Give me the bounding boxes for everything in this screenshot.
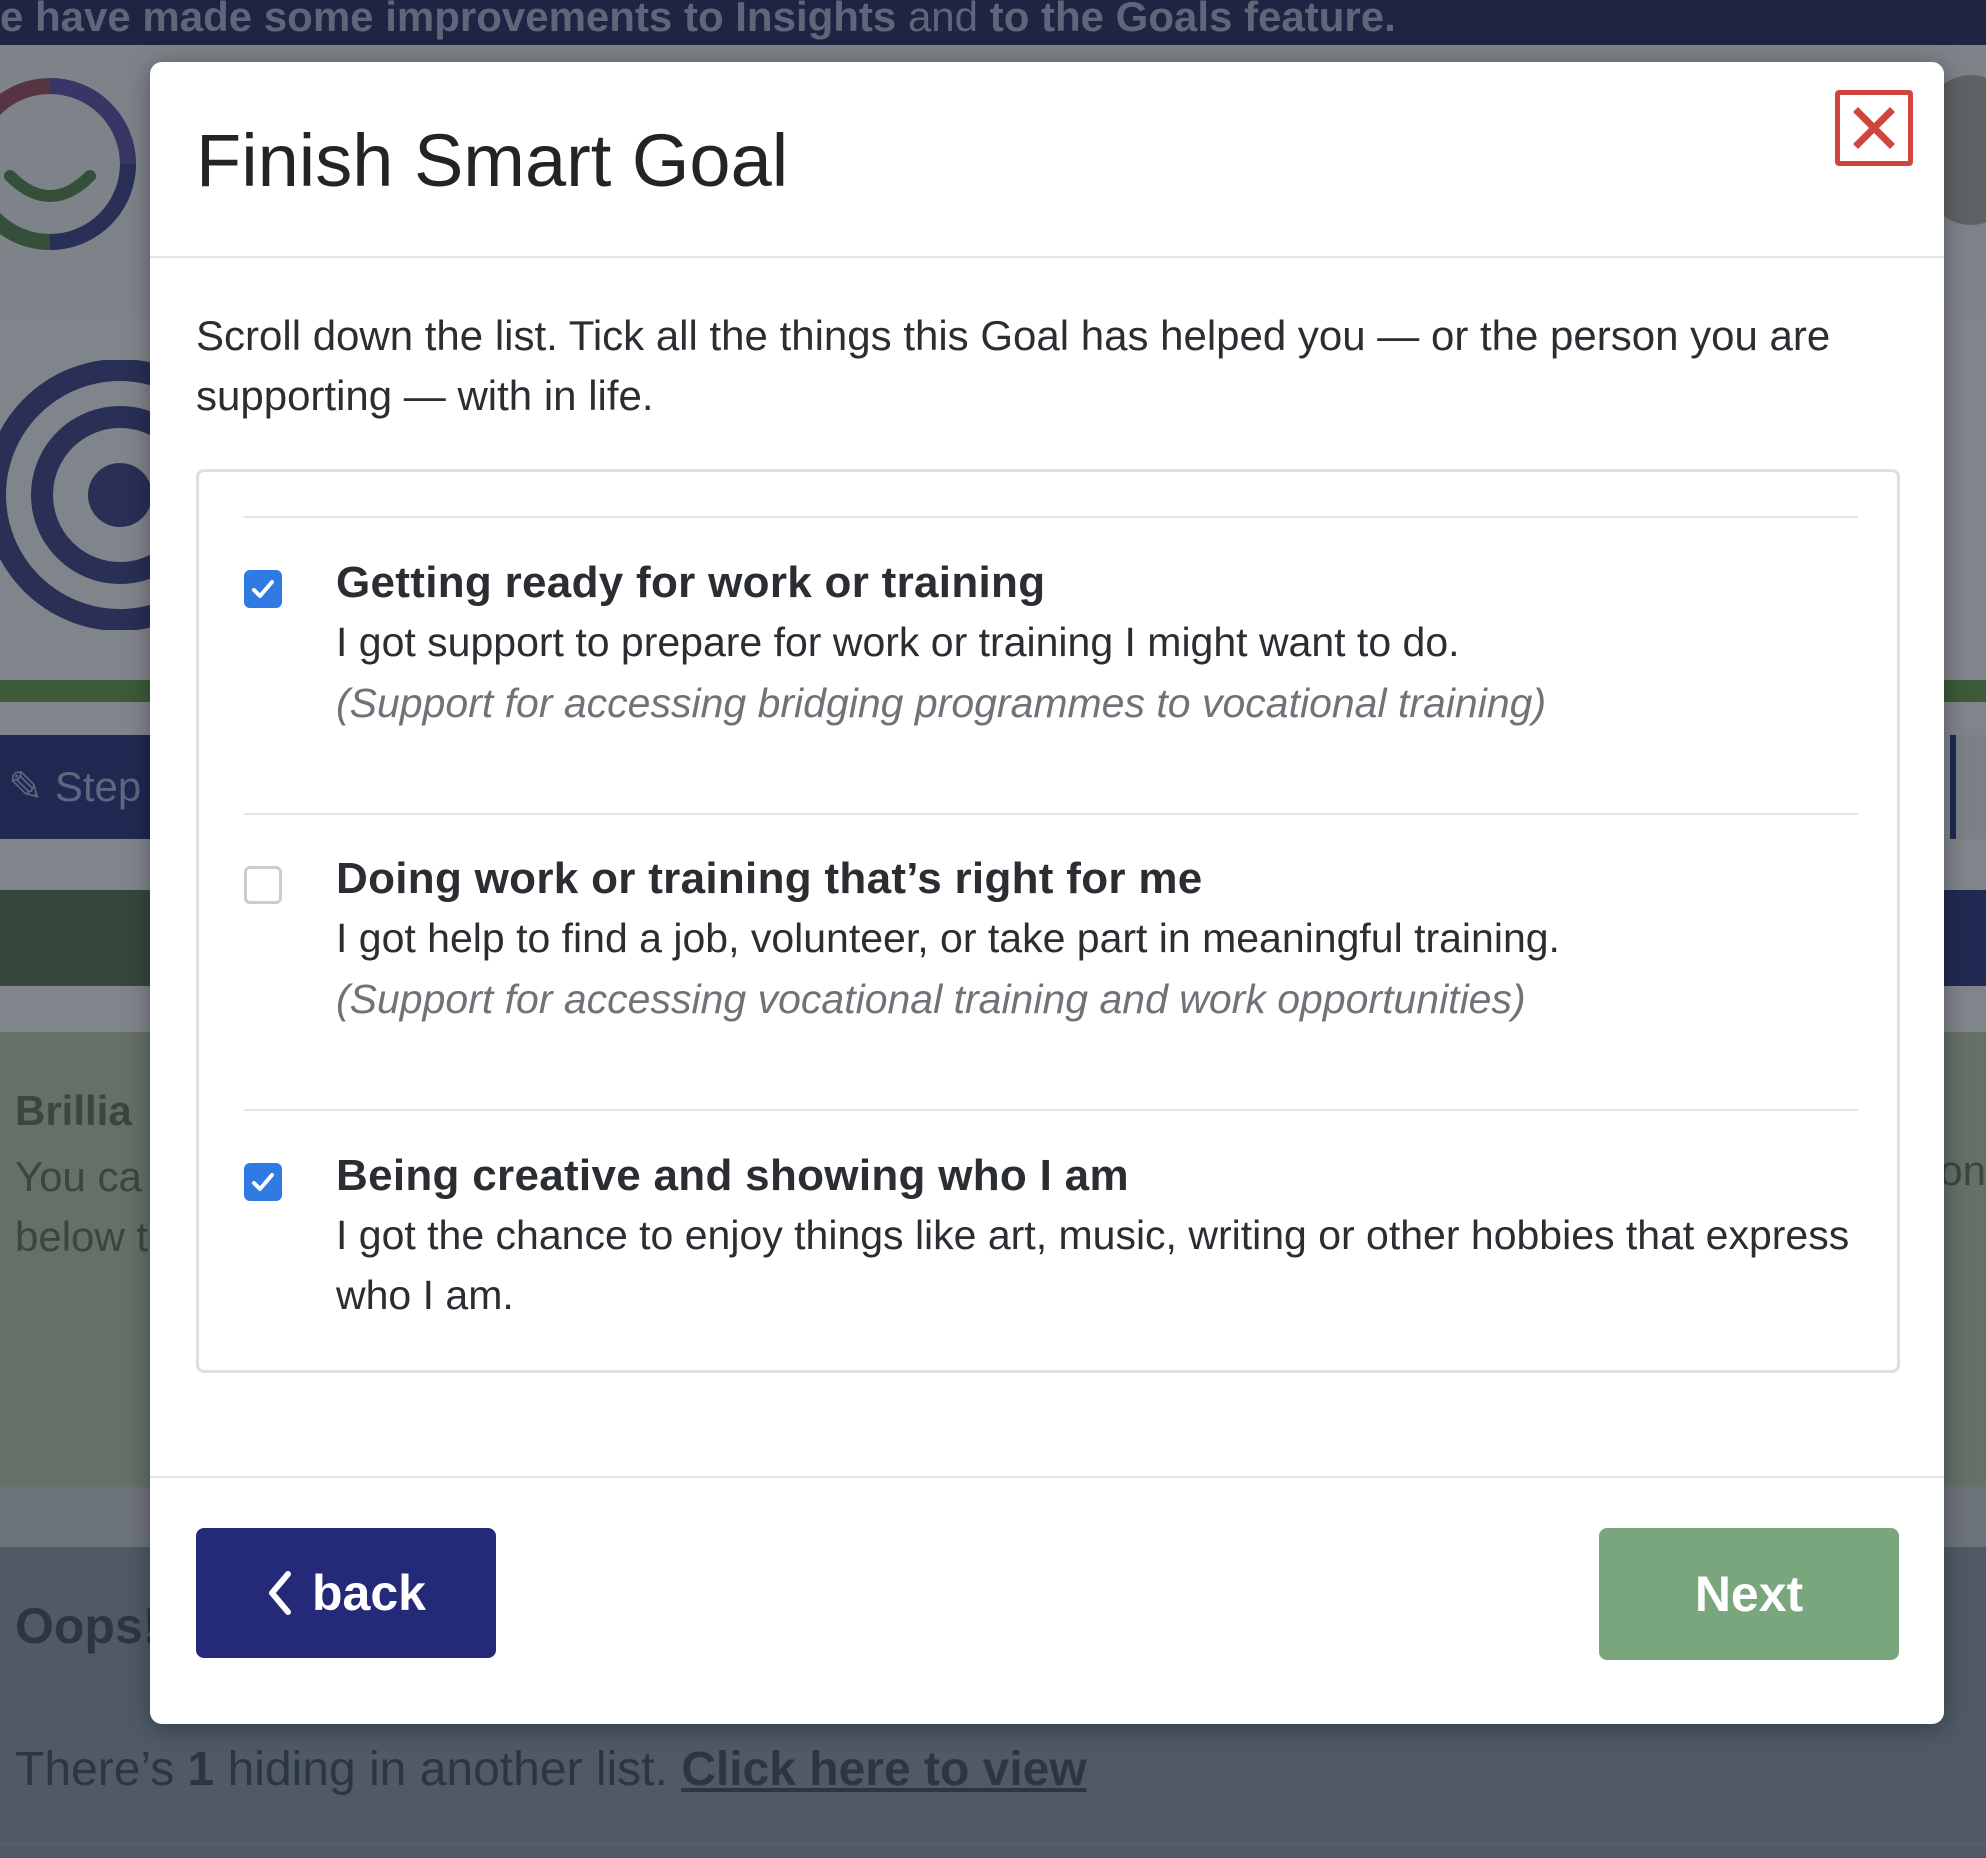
- modal-header: Finish Smart Goal: [150, 62, 1944, 258]
- close-x-icon: [1853, 107, 1895, 149]
- modal-footer-divider: [150, 1476, 1944, 1478]
- back-button-label: back: [312, 1565, 426, 1621]
- checkbox-checked[interactable]: [244, 1163, 282, 1201]
- close-button[interactable]: [1835, 90, 1913, 166]
- item-heading: Getting ready for work or training: [336, 558, 1046, 607]
- next-button[interactable]: Next: [1599, 1528, 1899, 1660]
- modal-intro-text: Scroll down the list. Tick all the thing…: [196, 312, 1831, 419]
- item-heading: Doing work or training that’s right for …: [336, 854, 1203, 903]
- list-divider: [244, 813, 1858, 815]
- list-divider: [244, 1109, 1858, 1111]
- item-heading: Being creative and showing who I am: [336, 1151, 1129, 1200]
- item-description: I got help to find a job, volunteer, or …: [336, 915, 1560, 961]
- chevron-left-icon: [269, 1571, 292, 1615]
- item-note: (Support for accessing vocational traini…: [336, 976, 1526, 1022]
- next-button-label: Next: [1694, 1566, 1804, 1622]
- checkmark-icon: [252, 1173, 274, 1191]
- back-button[interactable]: back: [196, 1528, 496, 1658]
- outcome-list[interactable]: Getting ready for work or training I got…: [196, 469, 1900, 1373]
- checkmark-icon: [252, 580, 274, 598]
- modal-title: Finish Smart Goal: [196, 119, 789, 202]
- item-description: I got support to prepare for work or tra…: [336, 619, 1460, 665]
- item-description: I got the chance to enjoy things like ar…: [336, 1212, 1850, 1318]
- list-divider: [244, 516, 1858, 518]
- checkbox-unchecked[interactable]: [244, 866, 282, 904]
- item-note: (Support for accessing bridging programm…: [336, 680, 1547, 726]
- finish-goal-modal: Finish Smart Goal Scroll down the list. …: [150, 62, 1944, 1724]
- checkbox-checked[interactable]: [244, 570, 282, 608]
